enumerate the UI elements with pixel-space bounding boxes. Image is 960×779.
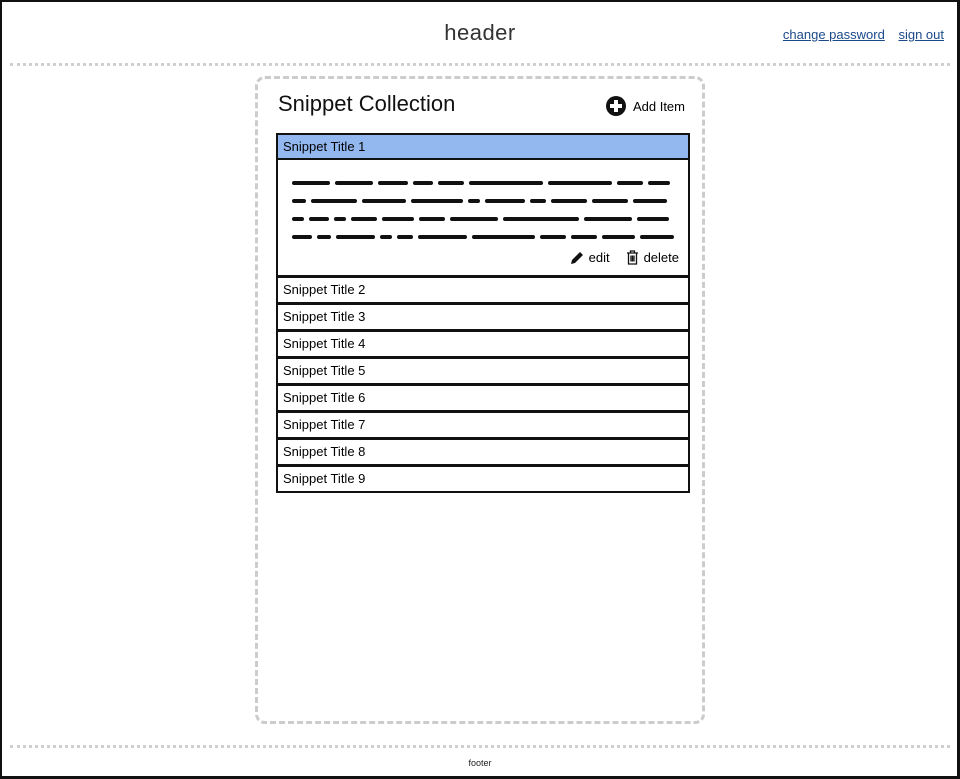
snippet-row[interactable]: Snippet Title 9 [276,466,690,493]
header-divider [10,63,950,66]
snippet-title: Snippet Title 5 [283,363,366,378]
snippet-row[interactable]: Snippet Title 3 [276,304,690,331]
snippet-row[interactable]: Snippet Title 8 [276,439,690,466]
snippet-title: Snippet Title 6 [283,390,366,405]
edit-label: edit [588,250,610,265]
delete-button[interactable]: delete [626,250,679,265]
delete-label: delete [643,250,679,265]
snippet-row[interactable]: Snippet Title 6 [276,385,690,412]
footer-text: footer [468,758,492,768]
header-links: change password sign out [773,27,944,42]
snippet-title: Snippet Title 1 [283,139,366,154]
snippet-title: Snippet Title 7 [283,417,366,432]
snippet-title: Snippet Title 3 [283,309,366,324]
snippet-row[interactable]: Snippet Title 1 [276,133,690,160]
snippet-row[interactable]: Snippet Title 5 [276,358,690,385]
change-password-link[interactable]: change password [783,27,885,42]
snippet-detail: edit delete [276,160,690,277]
plus-circle-icon [605,96,626,116]
panel-title: Snippet Collection [278,91,456,116]
edit-button[interactable]: edit [570,250,610,265]
footer-divider [10,745,950,748]
snippet-actions: edit delete [570,250,679,265]
snippet-title: Snippet Title 9 [283,471,366,486]
snippet-list: Snippet Title 1 edit delete Snippet Titl… [276,133,690,493]
pencil-icon [570,251,583,264]
add-item-button[interactable]: Add Item [605,96,685,116]
snippet-row[interactable]: Snippet Title 4 [276,331,690,358]
sign-out-link[interactable]: sign out [898,27,944,42]
snippet-title: Snippet Title 4 [283,336,366,351]
add-item-label: Add Item [632,98,685,114]
snippet-title: Snippet Title 2 [283,282,366,297]
snippet-title: Snippet Title 8 [283,444,366,459]
snippet-body-scribble [292,174,674,246]
snippet-row[interactable]: Snippet Title 7 [276,412,690,439]
snippet-row[interactable]: Snippet Title 2 [276,277,690,304]
trash-icon [626,250,638,265]
snippet-panel: Snippet Collection Add Item Snippet Titl… [255,76,705,724]
